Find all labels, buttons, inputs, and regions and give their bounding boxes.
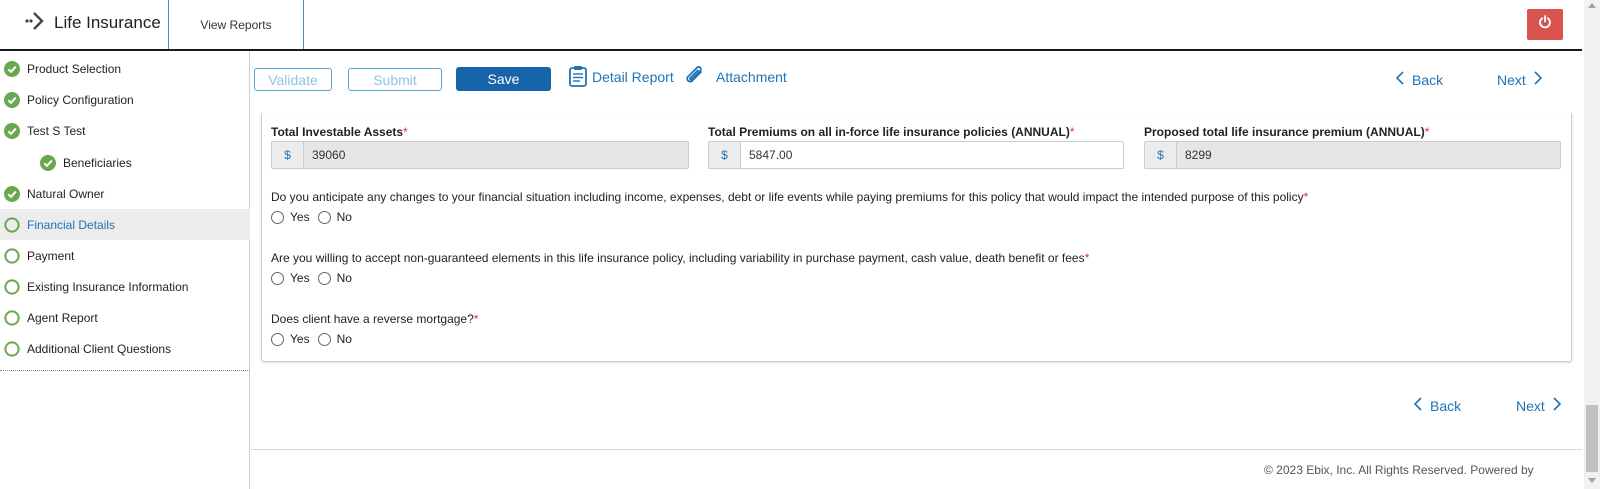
question-reverse-mortgage: Does client have a reverse mortgage?* xyxy=(271,312,479,326)
yes-label: Yes xyxy=(290,332,310,346)
chevron-left-icon xyxy=(1394,70,1406,89)
total-premiums-input[interactable]: 5847.00 xyxy=(741,142,1123,168)
empty-circle-icon xyxy=(4,247,20,264)
chevron-right-icon xyxy=(1551,396,1563,415)
next-label: Next xyxy=(1497,71,1526,88)
proposed-premium-input[interactable]: 8299 xyxy=(1177,142,1560,168)
sidebar-item-label: Additional Client Questions xyxy=(27,341,172,356)
detail-report-label: Detail Report xyxy=(592,69,674,85)
app-title: Life Insurance xyxy=(54,13,161,32)
back-button[interactable]: Back xyxy=(1394,70,1443,89)
empty-circle-icon xyxy=(4,309,20,326)
yes-label: Yes xyxy=(290,271,310,285)
currency-addon: $ xyxy=(272,142,304,168)
back-label: Back xyxy=(1412,71,1444,88)
total-premiums-field[interactable]: $ 5847.00 xyxy=(708,141,1124,169)
yes-radio[interactable] xyxy=(271,210,284,224)
question-financial-changes: Do you anticipate any changes to your fi… xyxy=(271,190,1309,204)
view-reports-tab[interactable]: View Reports xyxy=(169,0,303,49)
scroll-down-arrow-icon[interactable] xyxy=(1588,478,1596,483)
power-icon xyxy=(1538,15,1552,34)
detail-report-link[interactable]: Detail Report xyxy=(568,65,674,89)
sidebar-item-beneficiaries[interactable]: Beneficiaries xyxy=(0,147,250,178)
no-label: No xyxy=(336,210,352,224)
check-circle-icon xyxy=(40,154,56,171)
check-circle-icon xyxy=(4,60,20,77)
currency-addon: $ xyxy=(1145,142,1177,168)
sidebar-item-label: Product Selection xyxy=(27,61,122,76)
sidebar-item-label: Financial Details xyxy=(27,217,116,232)
sidebar-item-label: Policy Configuration xyxy=(27,92,134,107)
footer-divider xyxy=(251,449,1582,450)
field-label-proposed-premium: Proposed total life insurance premium (A… xyxy=(1144,125,1430,139)
paperclip-icon xyxy=(684,65,712,89)
check-circle-icon xyxy=(4,91,20,108)
back-label: Back xyxy=(1430,397,1462,414)
validate-button[interactable]: Validate xyxy=(254,68,332,91)
chevron-dots-logo-icon xyxy=(24,10,50,37)
chevron-left-icon xyxy=(1412,396,1424,415)
no-label: No xyxy=(336,271,352,285)
sidebar-item-label: Test S Test xyxy=(27,123,86,138)
no-radio[interactable] xyxy=(317,210,331,224)
sidebar-item-product-selection[interactable]: Product Selection xyxy=(0,53,250,84)
question-reverse-mortgage-options: Yes No xyxy=(271,332,360,346)
yes-radio[interactable] xyxy=(271,271,284,285)
proposed-premium-field[interactable]: $ 8299 xyxy=(1144,141,1561,169)
submit-button[interactable]: Submit xyxy=(348,68,442,91)
sidebar-item-label: Payment xyxy=(27,248,75,263)
sidebar-item-additional-client-questions[interactable]: Additional Client Questions xyxy=(0,333,250,364)
sidebar-item-label: Beneficiaries xyxy=(63,155,132,170)
sidebar-item-natural-owner[interactable]: Natural Owner xyxy=(0,178,250,209)
field-label-total-investable-assets: Total Investable Assets* xyxy=(271,125,408,139)
empty-circle-icon xyxy=(4,340,20,357)
no-label: No xyxy=(336,332,352,346)
sidebar-item-agent-report[interactable]: Agent Report xyxy=(0,302,250,333)
sidebar-item-payment[interactable]: Payment xyxy=(0,240,250,271)
bottom-back-button[interactable]: Back xyxy=(1412,396,1461,415)
check-circle-icon xyxy=(4,185,20,202)
field-label-total-premiums: Total Premiums on all in-force life insu… xyxy=(708,125,1075,139)
sidebar-item-label: Existing Insurance Information xyxy=(27,279,189,294)
next-button[interactable]: Next xyxy=(1497,70,1544,89)
sidebar-item-existing-insurance-information[interactable]: Existing Insurance Information xyxy=(0,271,250,302)
save-button[interactable]: Save xyxy=(456,67,551,91)
sidebar-item-policy-configuration[interactable]: Policy Configuration xyxy=(0,84,250,115)
question-non-guaranteed-options: Yes No xyxy=(271,271,360,285)
header-divider xyxy=(303,0,304,49)
empty-circle-icon xyxy=(4,216,20,233)
total-investable-assets-field[interactable]: $ 39060 xyxy=(271,141,689,169)
bottom-next-button[interactable]: Next xyxy=(1516,396,1563,415)
check-circle-icon xyxy=(4,122,20,139)
question-non-guaranteed-elements: Are you willing to accept non-guaranteed… xyxy=(271,251,1090,265)
sidebar-item-test-s-test[interactable]: Test S Test xyxy=(0,115,250,146)
attachment-label: Attachment xyxy=(716,69,787,85)
scroll-up-arrow-icon[interactable] xyxy=(1588,3,1596,8)
clipboard-icon xyxy=(568,65,592,90)
power-button[interactable] xyxy=(1527,9,1563,40)
total-investable-assets-input[interactable]: 39060 xyxy=(304,142,688,168)
scrollbar-thumb[interactable] xyxy=(1586,405,1598,472)
empty-circle-icon xyxy=(4,278,20,295)
yes-label: Yes xyxy=(290,210,310,224)
copyright-text: © 2023 Ebix, Inc. All Rights Reserved. P… xyxy=(1264,463,1534,477)
no-radio[interactable] xyxy=(317,271,331,285)
toolbar: Validate Submit Save Detail Report Attac… xyxy=(250,51,1582,107)
chevron-right-icon xyxy=(1532,70,1544,89)
app-logo[interactable]: Life Insurance xyxy=(24,10,161,36)
sidebar-divider xyxy=(0,370,250,371)
sidebar-item-label: Natural Owner xyxy=(27,186,105,201)
sidebar: Product Selection Policy Configuration T… xyxy=(0,51,250,489)
sidebar-item-label: Agent Report xyxy=(27,310,98,325)
no-radio[interactable] xyxy=(317,332,331,346)
app-header: Life Insurance View Reports xyxy=(0,0,1582,51)
question-financial-changes-options: Yes No xyxy=(271,210,360,224)
currency-addon: $ xyxy=(709,142,741,168)
yes-radio[interactable] xyxy=(271,332,284,346)
sidebar-item-financial-details[interactable]: Financial Details xyxy=(0,209,250,240)
attachment-link[interactable]: Attachment xyxy=(684,65,787,89)
next-label: Next xyxy=(1516,397,1545,414)
